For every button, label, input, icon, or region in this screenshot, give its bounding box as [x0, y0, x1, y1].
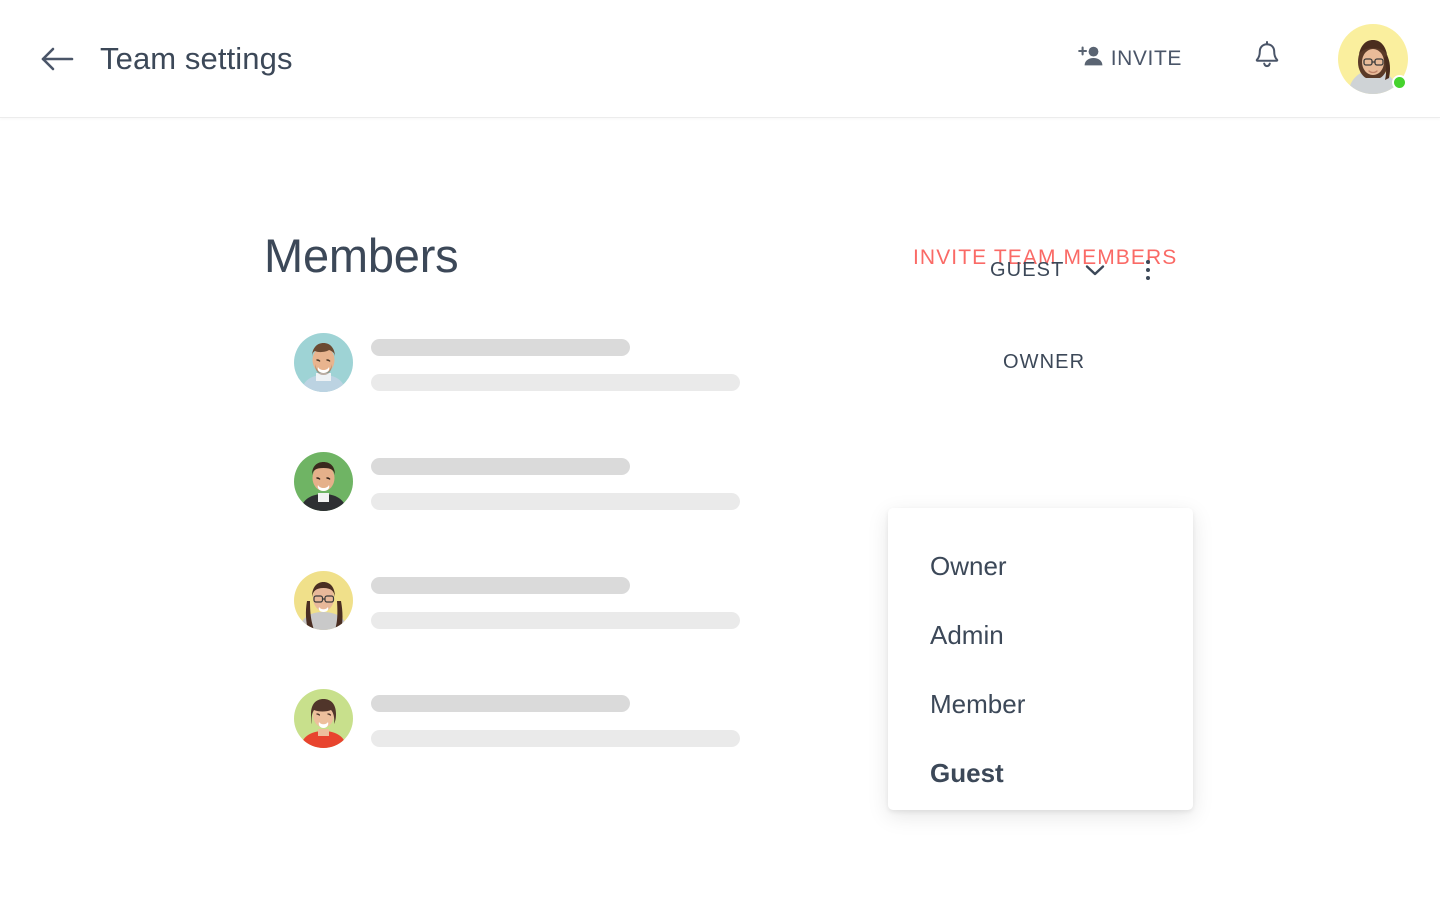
role-option-admin[interactable]: Admin	[888, 601, 1193, 670]
chevron-down-icon[interactable]	[1082, 257, 1108, 283]
header-actions: INVITE	[1070, 24, 1408, 94]
member-name-placeholder-group	[371, 571, 740, 629]
arrow-left-icon	[40, 46, 74, 72]
top-header-bar: Team settings INVITE	[0, 0, 1440, 118]
member-avatar	[294, 333, 353, 392]
table-row: OWNER	[0, 333, 1440, 395]
skeleton-line-primary	[371, 695, 630, 712]
role-option-owner[interactable]: Owner	[888, 532, 1193, 601]
table-row	[0, 571, 1440, 633]
kebab-dot	[1146, 276, 1150, 280]
person-add-icon	[1078, 45, 1104, 72]
member-role-owner: OWNER	[1003, 351, 1085, 374]
bell-icon	[1254, 41, 1280, 76]
page-title: Team settings	[100, 43, 293, 74]
back-button[interactable]	[34, 36, 80, 82]
member-name-placeholder-group	[371, 452, 740, 510]
skeleton-line-secondary	[371, 374, 740, 391]
status-dot-online	[1392, 75, 1407, 90]
member-avatar	[294, 571, 353, 630]
member-avatar	[294, 452, 353, 511]
skeleton-line-secondary	[371, 730, 740, 747]
skeleton-line-primary	[371, 339, 630, 356]
invite-button[interactable]: INVITE	[1070, 39, 1190, 78]
table-row	[0, 452, 1440, 514]
page-section-heading: Members	[264, 232, 458, 279]
kebab-dot	[1146, 260, 1150, 264]
skeleton-line-secondary	[371, 612, 740, 629]
role-select-value[interactable]: GUEST	[990, 259, 1064, 282]
more-vertical-icon[interactable]	[1134, 254, 1162, 286]
skeleton-line-secondary	[371, 493, 740, 510]
member-name-placeholder-group	[371, 689, 740, 747]
notifications-button[interactable]	[1246, 38, 1288, 80]
member-name-placeholder-group	[371, 333, 740, 391]
skeleton-line-primary	[371, 577, 630, 594]
user-avatar-button[interactable]	[1338, 24, 1408, 94]
role-option-member[interactable]: Member	[888, 670, 1193, 739]
kebab-dot	[1146, 268, 1150, 272]
table-row	[0, 689, 1440, 751]
role-option-guest[interactable]: Guest	[888, 739, 1193, 808]
role-dropdown-menu: Owner Admin Member Guest	[888, 508, 1193, 810]
skeleton-line-primary	[371, 458, 630, 475]
member-avatar	[294, 689, 353, 748]
main-content: Members INVITE TEAM MEMBERS	[0, 118, 1440, 900]
role-select-control: GUEST	[990, 254, 1162, 286]
invite-button-label: INVITE	[1111, 47, 1182, 71]
